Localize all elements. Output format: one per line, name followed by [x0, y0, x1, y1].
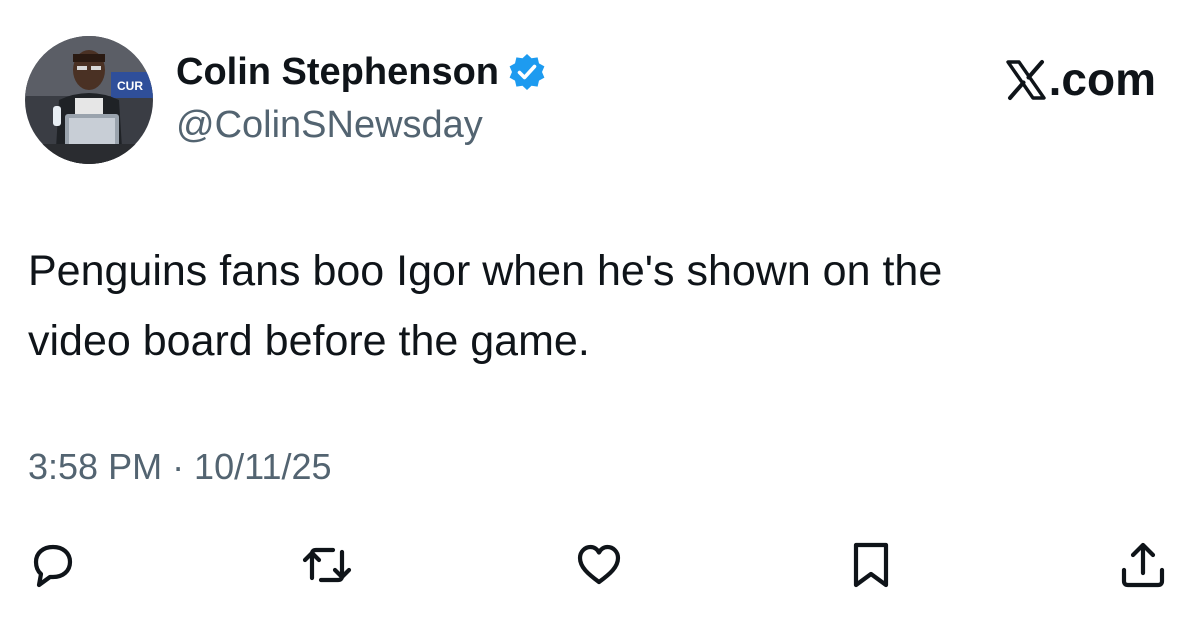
repost-button[interactable] [300, 538, 354, 592]
speech-bubble-icon [33, 544, 73, 588]
share-button[interactable] [1116, 538, 1170, 592]
x-brand: .com [1005, 52, 1156, 106]
tweet-timestamp[interactable]: 3:58 PM · 10/11/25 [28, 446, 332, 488]
bookmark-icon [853, 542, 889, 588]
author-display-name[interactable]: Colin Stephenson [176, 51, 499, 94]
tweet-text: Penguins fans boo Igor when he's shown o… [28, 247, 943, 365]
brand-domain-text: .com [1048, 53, 1156, 105]
tweet-action-bar [0, 538, 1200, 598]
avatar-photo: CUR [25, 36, 153, 164]
like-button[interactable] [572, 538, 626, 592]
repost-arrows-icon [302, 547, 352, 583]
bookmark-button[interactable] [844, 538, 898, 592]
verified-badge-icon [507, 52, 547, 92]
author-name-row: Colin Stephenson [176, 48, 547, 96]
author-handle[interactable]: @ColinSNewsday [176, 104, 483, 147]
share-upload-icon [1121, 542, 1165, 588]
svg-text:CUR: CUR [117, 79, 143, 93]
heart-icon [577, 544, 621, 585]
reply-button[interactable] [26, 538, 80, 592]
avatar[interactable]: CUR [25, 36, 153, 164]
x-logo-icon [1005, 58, 1047, 100]
